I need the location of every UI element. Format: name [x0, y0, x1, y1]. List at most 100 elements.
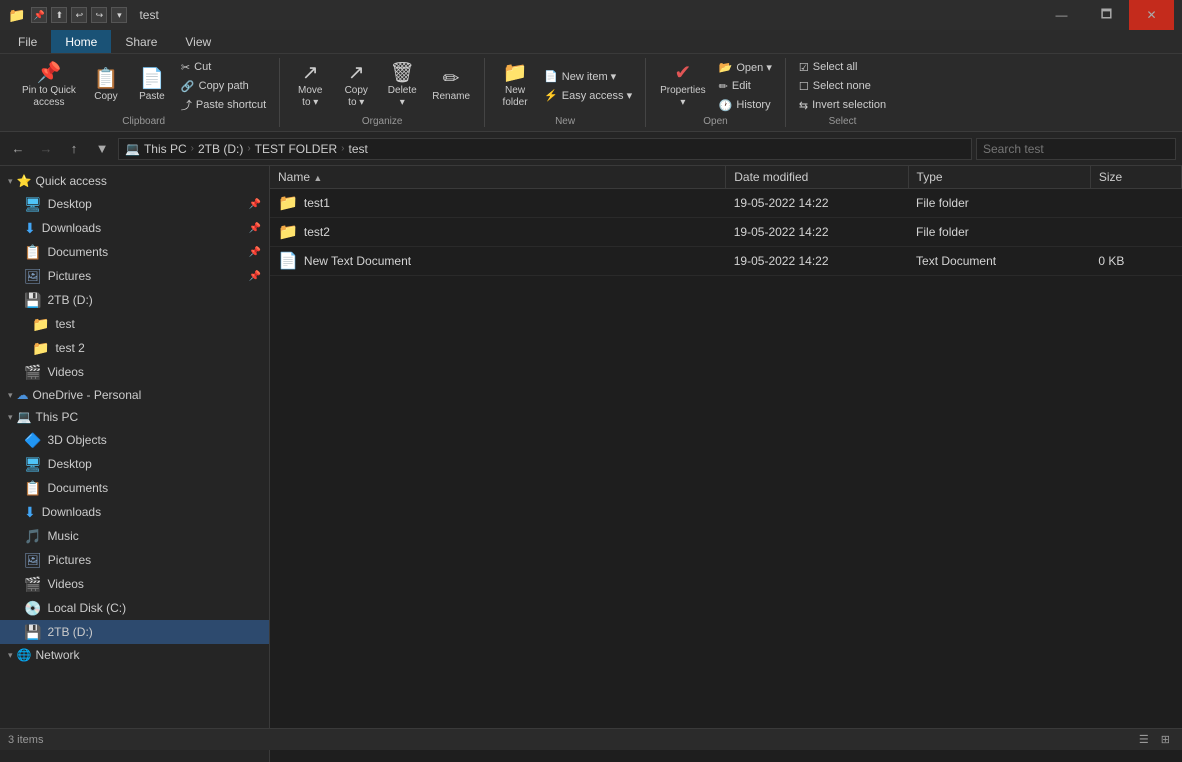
minimize-button[interactable]: — — [1039, 0, 1084, 30]
sidebar-item-documents[interactable]: 📋 Documents 📌 — [0, 240, 269, 264]
status-text: 3 items — [8, 734, 43, 746]
easy-access-button[interactable]: ⚡ Easy access ▾ — [539, 87, 637, 105]
sidebar-item-videos2[interactable]: 🎬 Videos — [0, 572, 269, 596]
properties-button[interactable]: ✔ Properties▾ — [654, 60, 712, 112]
this-pc-icon: 💻 — [17, 410, 32, 424]
icons-view-button[interactable]: ⊞ — [1157, 733, 1174, 746]
up-button[interactable]: ↑ — [62, 137, 86, 161]
downloads2-label: Downloads — [42, 505, 101, 519]
file-type: File folder — [908, 189, 1090, 218]
sidebar-item-2tb-d[interactable]: 💾 2TB (D:) — [0, 620, 269, 644]
details-view-button[interactable]: ☰ — [1135, 733, 1153, 746]
downloads-pin-icon: 📌 — [249, 223, 261, 234]
pictures2-icon: 🖼 — [24, 552, 42, 569]
copy-to-button[interactable]: ↗ Copyto ▾ — [334, 60, 378, 112]
sidebar-item-3d-objects[interactable]: 🔷 3D Objects — [0, 428, 269, 452]
col-header-name[interactable]: Name ▲ — [270, 166, 726, 189]
new-item-label: New item ▾ — [562, 70, 616, 83]
breadcrumb-2tb[interactable]: 2TB (D:) — [198, 142, 243, 156]
network-label: Network — [35, 648, 79, 662]
invert-selection-button[interactable]: ⇆ Invert selection — [794, 96, 891, 114]
new-item-button[interactable]: 📄 New item ▾ — [539, 68, 637, 86]
quick-access-icon[interactable]: 📌 — [31, 7, 47, 23]
quick-access-header[interactable]: ▾ ⭐ Quick access — [0, 170, 269, 192]
sidebar-item-videos[interactable]: 🎬 Videos — [0, 360, 269, 384]
move-to-button[interactable]: ↗ Moveto ▾ — [288, 60, 332, 112]
col-header-size[interactable]: Size — [1090, 166, 1181, 189]
onedrive-arrow: ▾ — [8, 390, 13, 401]
sidebar-item-local-disk[interactable]: 💿 Local Disk (C:) — [0, 596, 269, 620]
edit-button[interactable]: ✏ Edit — [714, 77, 777, 95]
sidebar: ▾ ⭐ Quick access 🖥 Desktop 📌 ⬇ Downloads… — [0, 166, 270, 762]
breadcrumb-test-folder[interactable]: TEST FOLDER — [255, 142, 337, 156]
quick-access-arrow: ▾ — [8, 176, 13, 187]
select-all-button[interactable]: ☑ Select all — [794, 58, 891, 76]
breadcrumb[interactable]: 💻 This PC › 2TB (D:) › TEST FOLDER › tes… — [118, 138, 972, 160]
recent-locations-button[interactable]: ▼ — [90, 137, 114, 161]
search-input[interactable] — [976, 138, 1176, 160]
onedrive-header[interactable]: ▾ ☁ OneDrive - Personal — [0, 384, 269, 406]
quick-access-label: Quick access — [35, 174, 106, 188]
sidebar-item-documents2[interactable]: 📋 Documents — [0, 476, 269, 500]
col-header-type[interactable]: Type — [908, 166, 1090, 189]
network-icon: 🌐 — [17, 648, 32, 662]
tab-home[interactable]: Home — [51, 30, 111, 53]
delete-button[interactable]: 🗑 Delete▾ — [380, 60, 424, 112]
sidebar-item-downloads2[interactable]: ⬇ Downloads — [0, 500, 269, 524]
table-header-row: Name ▲ Date modified Type Size — [270, 166, 1182, 189]
sidebar-item-music[interactable]: 🎵 Music — [0, 524, 269, 548]
file-name-cell: 📁 test1 — [270, 189, 726, 218]
undo-icon[interactable]: ↩ — [71, 7, 87, 23]
sidebar-item-test[interactable]: 📁 test — [0, 312, 269, 336]
tab-share[interactable]: Share — [111, 30, 171, 53]
downloads-label: Downloads — [42, 221, 101, 235]
breadcrumb-test[interactable]: test — [348, 142, 367, 156]
file-icon: 📁 — [278, 222, 298, 242]
col-header-date[interactable]: Date modified — [726, 166, 908, 189]
sidebar-item-downloads[interactable]: ⬇ Downloads 📌 — [0, 216, 269, 240]
table-row[interactable]: 📁 test2 19-05-2022 14:22 File folder — [270, 218, 1182, 247]
breadcrumb-this-pc[interactable]: This PC — [144, 142, 187, 156]
this-pc-header[interactable]: ▾ 💻 This PC — [0, 406, 269, 428]
sidebar-item-pictures2[interactable]: 🖼 Pictures — [0, 548, 269, 572]
table-row[interactable]: 📄 New Text Document 19-05-2022 14:22 Tex… — [270, 247, 1182, 276]
paste-shortcut-button[interactable]: ⤴ Paste shortcut — [176, 96, 271, 114]
pictures-pin-icon: 📌 — [249, 271, 261, 282]
sidebar-item-desktop[interactable]: 🖥 Desktop 📌 — [0, 192, 269, 216]
select-none-button[interactable]: ☐ Select none — [794, 77, 891, 95]
table-row[interactable]: 📁 test1 19-05-2022 14:22 File folder — [270, 189, 1182, 218]
maximize-button[interactable]: 🗖 — [1084, 0, 1129, 30]
back-button[interactable]: ← — [6, 137, 30, 161]
down-arrow-icon[interactable]: ▾ — [111, 7, 127, 23]
up-icon[interactable]: ⬆ — [51, 7, 67, 23]
cut-button[interactable]: ✂ Cut — [176, 58, 271, 76]
tab-view[interactable]: View — [171, 30, 225, 53]
network-header[interactable]: ▾ 🌐 Network — [0, 644, 269, 666]
ribbon-group-organize: ↗ Moveto ▾ ↗ Copyto ▾ 🗑 Delete▾ ✏ Rename… — [280, 58, 485, 127]
pin-quick-access-button[interactable]: 📌 Pin to Quickaccess — [16, 60, 82, 112]
invert-label: Invert selection — [812, 99, 886, 111]
close-button[interactable]: ✕ — [1129, 0, 1174, 30]
ribbon-group-new: 📁 Newfolder 📄 New item ▾ ⚡ Easy access ▾… — [485, 58, 646, 127]
forward-button[interactable]: → — [34, 137, 58, 161]
sidebar-item-test2[interactable]: 📁 test 2 — [0, 336, 269, 360]
select-none-label: Select none — [813, 80, 871, 92]
file-icon: 📄 — [278, 251, 298, 271]
tab-file[interactable]: File — [4, 30, 51, 53]
history-button[interactable]: 🕐 History — [714, 96, 777, 114]
new-folder-button[interactable]: 📁 Newfolder — [493, 60, 537, 112]
copy-path-button[interactable]: 🔗 Copy path — [176, 77, 271, 95]
address-bar: ← → ↑ ▼ 💻 This PC › 2TB (D:) › TEST FOLD… — [0, 132, 1182, 166]
paste-button[interactable]: 📄 Paste — [130, 60, 174, 112]
sidebar-item-desktop2[interactable]: 🖥 Desktop — [0, 452, 269, 476]
quick-access-icon: ⭐ — [17, 174, 32, 188]
sidebar-item-2tb[interactable]: 💾 2TB (D:) — [0, 288, 269, 312]
sidebar-item-pictures[interactable]: 🖼 Pictures 📌 — [0, 264, 269, 288]
new-folder-icon: 📁 — [503, 63, 528, 83]
videos2-icon: 🎬 — [24, 576, 41, 593]
rename-button[interactable]: ✏ Rename — [426, 60, 476, 112]
copy-button[interactable]: 📋 Copy — [84, 60, 128, 112]
open-button[interactable]: 📂 Open ▾ — [714, 58, 777, 76]
redo-icon[interactable]: ↪ — [91, 7, 107, 23]
title-bar-folder-icon: 📁 — [8, 7, 25, 24]
